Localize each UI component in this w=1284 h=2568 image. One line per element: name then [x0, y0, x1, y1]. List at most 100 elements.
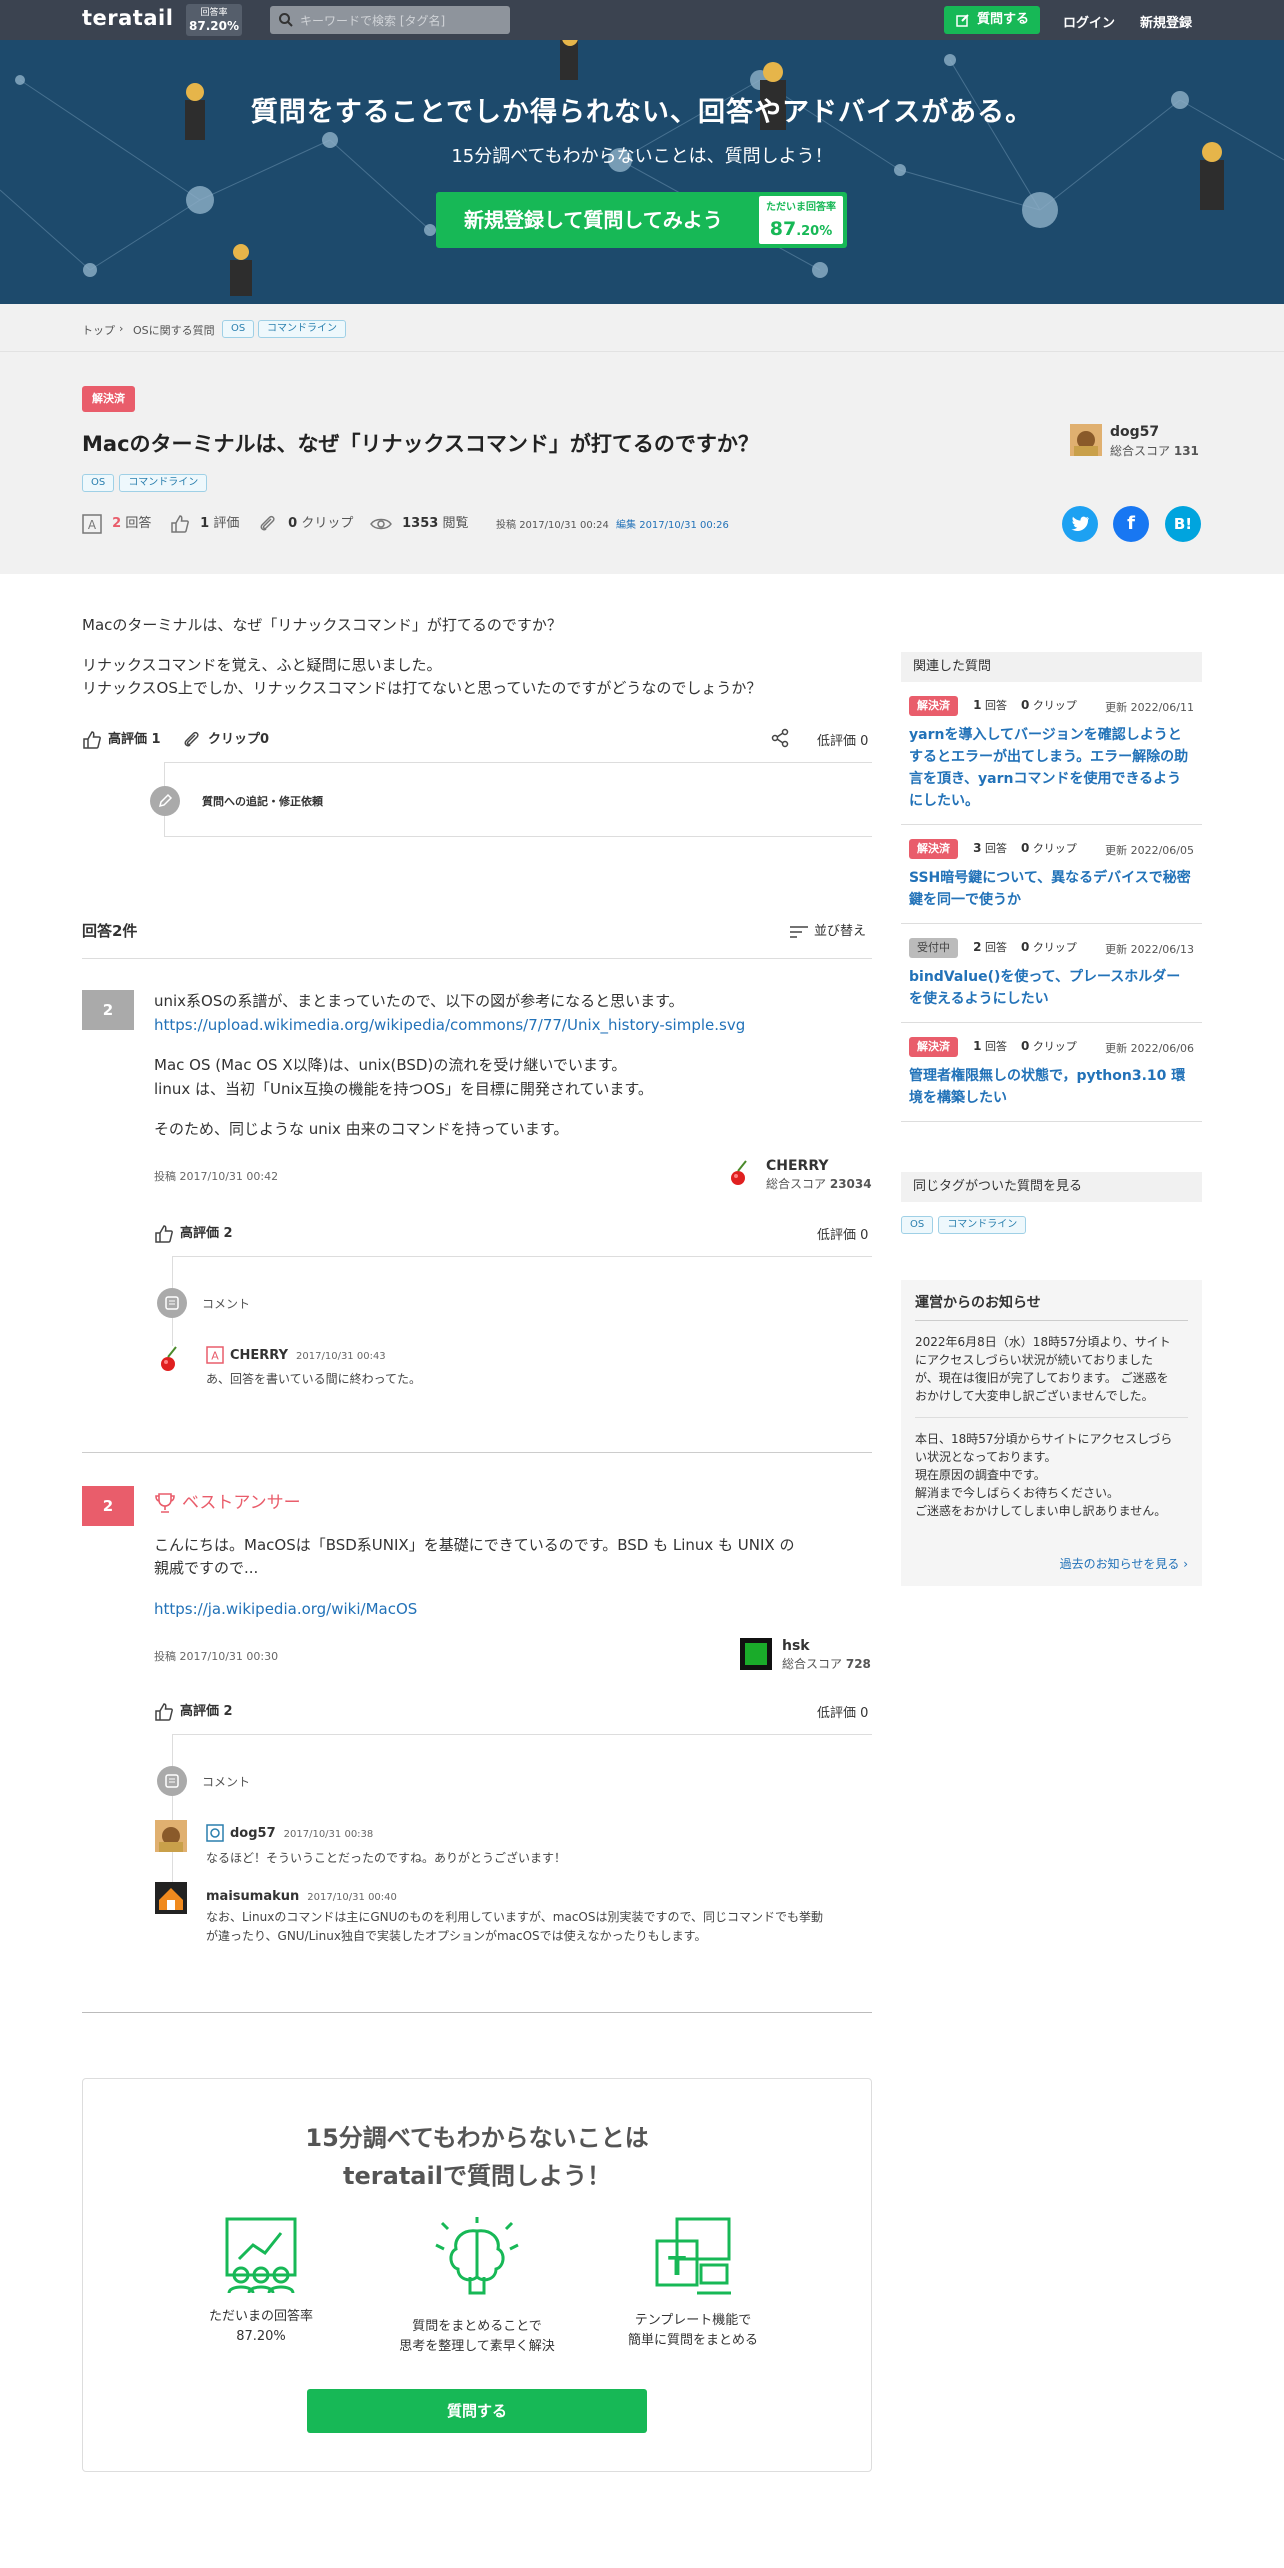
ask-question-button[interactable]: 質問する	[944, 6, 1040, 34]
svg-text:A: A	[88, 518, 97, 532]
answer-rate-value: 87.20%	[189, 19, 239, 33]
question-clip-button[interactable]: クリップ0	[182, 728, 269, 750]
answer2-link[interactable]: https://ja.wikipedia.org/wiki/MacOS	[154, 1598, 417, 1621]
answer1-link[interactable]: https://upload.wikimedia.org/wikipedia/c…	[154, 1014, 745, 1037]
divider	[82, 2012, 872, 2013]
team-icon	[225, 2217, 297, 2294]
feature-template: T テンプレート機能で 簡単に質問をまとめる	[593, 2215, 793, 2351]
edit-history-link[interactable]: 編集	[616, 520, 636, 531]
related-title[interactable]: yarnを導入してバージョンを確認しようとするとエラーが出てしまう。エラー解除の…	[909, 724, 1194, 812]
answer1-line3: Mac OS (Mac OS X以降)は、unix(BSD)の流れを受け継いでい…	[154, 1056, 627, 1074]
related-counts: 3 回答 0 クリップ	[973, 841, 1077, 855]
related-item[interactable]: 受付中 2 回答 0 クリップ 更新 2022/06/13 bindValue(…	[901, 924, 1202, 1023]
related-title[interactable]: bindValue()を使って、プレースホルダーを使えるようにしたい	[909, 966, 1194, 1010]
related-item[interactable]: 解決済 3 回答 0 クリップ 更新 2022/06/05 SSH暗号鍵について…	[901, 825, 1202, 924]
site-header: teratail 回答率 87.20% キーワードで検索 [タグ名] 質問する …	[0, 0, 1284, 40]
related-title[interactable]: 管理者権限無しの状態で，python3.10 環境を構築したい	[909, 1065, 1194, 1109]
related-title[interactable]: SSH暗号鍵について、異なるデバイスで秘密鍵を同一で使うか	[909, 867, 1194, 911]
search-input[interactable]: キーワードで検索 [タグ名]	[270, 6, 510, 34]
comment-author[interactable]: CHERRY	[230, 1348, 288, 1363]
notice-1: 2022年6月8日（水）18時57分頃より、サイト にアクセスしづらい状況が続いて…	[915, 1335, 1171, 1403]
cherry-avatar	[161, 1346, 177, 1371]
comment-icon	[157, 1288, 187, 1318]
paperclip-icon	[184, 731, 199, 747]
brain-icon	[435, 2217, 519, 2295]
author-name[interactable]: dog57	[1110, 424, 1159, 440]
breadcrumb-top[interactable]: トップ	[82, 322, 115, 338]
question-body-line3: リナックスOS上でしか、リナックスコマンドは打てないと思っていたのですがどうなの…	[82, 679, 762, 697]
signup-link[interactable]: 新規登録	[1140, 12, 1192, 31]
answer2-line1: こんにちは。MacOSは「BSD系UNIX」を基礎にできているのです。BSD も…	[154, 1536, 795, 1554]
status-badge: 解決済	[909, 696, 958, 716]
cta-ask-button[interactable]: 質問する	[307, 2389, 647, 2433]
search-icon	[279, 13, 293, 27]
breadcrumb-tag-os[interactable]: OS	[222, 320, 255, 338]
comment-author[interactable]: dog57	[230, 1826, 276, 1841]
question-tag-os[interactable]: OS	[82, 474, 115, 492]
sidebar-tag-os[interactable]: OS	[901, 1216, 934, 1234]
paperclip-icon	[260, 515, 275, 531]
twitter-share-icon[interactable]	[1062, 506, 1098, 542]
edit-request-link[interactable]: 質問への追記・修正依頼	[202, 793, 323, 809]
answer2-upvote-button[interactable]: 高評価 2	[154, 1700, 233, 1722]
question-body-line2: リナックスコマンドを覚え、ふと疑問に思いました。	[82, 656, 442, 674]
status-badge: 解決済	[909, 839, 958, 859]
author-name[interactable]: CHERRY	[766, 1158, 829, 1174]
views-stat: 1353 閲覧	[370, 512, 468, 534]
sidebar-tag-cmdline[interactable]: コマンドライン	[938, 1216, 1027, 1234]
divider	[172, 1256, 872, 1257]
comment: A CHERRY 2017/10/31 00:43	[206, 1344, 386, 1364]
hero-signup-button[interactable]: 新規登録して質問してみよう ただいま回答率 87.20%	[436, 192, 847, 248]
answer-score-badge: 2	[82, 1486, 134, 1526]
related-counts: 1 回答 0 クリップ	[973, 698, 1077, 712]
thumbs-up-icon	[155, 1224, 173, 1243]
facebook-share-icon[interactable]: f	[1113, 506, 1149, 542]
answers-heading: 回答2件	[82, 922, 138, 940]
answer1-line4: linux は、当初「Unix互換の機能を持つOS」を目標に開発されています。	[154, 1080, 653, 1098]
edit-icon	[956, 14, 969, 27]
divider	[164, 762, 872, 763]
answer1-posted: 投稿 2017/10/31 00:42	[154, 1170, 279, 1183]
related-updated: 更新 2022/06/11	[1105, 701, 1194, 714]
hero-answer-rate: ただいま回答率 87.20%	[759, 196, 843, 244]
hero-rate-label: ただいま回答率	[766, 202, 836, 213]
question-upvote-button[interactable]: 高評価 1	[82, 728, 161, 750]
related-updated: 更新 2022/06/06	[1105, 1042, 1194, 1055]
avatar	[1070, 424, 1102, 456]
rating-stat[interactable]: 1 評価	[170, 512, 239, 534]
answer2-actions: 高評価 2 低評価 0	[154, 1700, 872, 1722]
author-score: 総合スコア 23034	[766, 1177, 872, 1191]
breadcrumb: トップ › OSに関する質問 OS コマンドライン	[0, 304, 1284, 352]
answers-stat[interactable]: A 2 回答	[82, 512, 151, 534]
share-icon[interactable]	[770, 728, 796, 748]
breadcrumb-tag-cmdline[interactable]: コマンドライン	[258, 320, 346, 338]
comment-author[interactable]: maisumakun	[206, 1889, 299, 1904]
trophy-icon	[155, 1493, 175, 1513]
question-tag-cmdline[interactable]: コマンドライン	[119, 474, 208, 492]
comment-time: 2017/10/31 00:43	[296, 1351, 386, 1362]
related-updated: 更新 2022/06/05	[1105, 844, 1194, 857]
notice-more-link[interactable]: 過去のお知らせを見る ›	[1060, 1555, 1188, 1572]
breadcrumb-category[interactable]: OSに関する質問	[133, 322, 215, 338]
hatena-share-icon[interactable]: B!	[1165, 506, 1201, 542]
login-link[interactable]: ログイン	[1063, 12, 1115, 31]
divider	[164, 836, 872, 837]
related-item[interactable]: 解決済 1 回答 0 クリップ 更新 2022/06/11 yarnを導入してバ…	[901, 682, 1202, 825]
divider	[82, 1452, 872, 1453]
answer1-line1: unix系OSの系譜が、まとまっていたので、以下の図が参考になると思います。	[154, 992, 684, 1010]
comment-text: あ、回答を書いている間に終わってた。	[206, 1372, 422, 1386]
answer1-downvote-button[interactable]: 低評価 0	[817, 1224, 868, 1243]
comment-time: 2017/10/31 00:40	[307, 1892, 397, 1903]
answer2-downvote-button[interactable]: 低評価 0	[817, 1702, 868, 1721]
clip-stat[interactable]: 0 クリップ	[258, 512, 353, 534]
sort-button[interactable]: 並び替え	[790, 920, 866, 939]
question-downvote-button[interactable]: 低評価 0	[817, 730, 868, 749]
related-item[interactable]: 解決済 1 回答 0 クリップ 更新 2022/06/06 管理者権限無しの状態…	[901, 1023, 1202, 1122]
author-name[interactable]: hsk	[782, 1638, 810, 1654]
answer1-upvote-button[interactable]: 高評価 2	[154, 1222, 233, 1244]
site-logo[interactable]: teratail	[82, 6, 173, 30]
question-title: Macのターミナルは、なぜ「リナックスコマンド」が打てるのですか？	[82, 432, 759, 456]
hero-network-illustration	[0, 40, 1284, 296]
hero-rate-value: 87.20%	[769, 218, 833, 240]
edit-date[interactable]: 2017/10/31 00:26	[639, 520, 729, 531]
